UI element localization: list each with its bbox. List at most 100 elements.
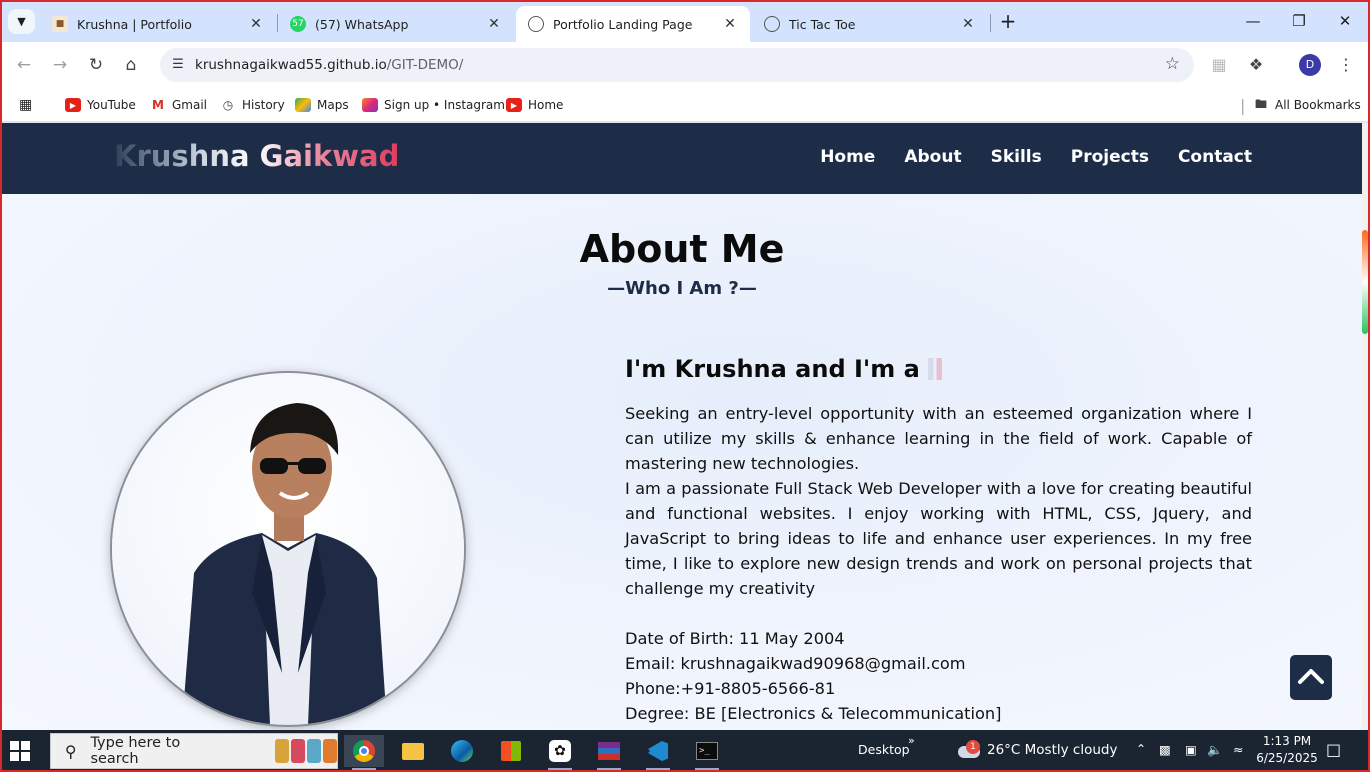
- restore-button[interactable]: ❐: [1276, 8, 1322, 34]
- store-icon: [501, 741, 521, 761]
- tab-whatsapp[interactable]: 57 (57) WhatsApp ✕: [278, 6, 514, 42]
- network-device-icon[interactable]: ▩: [1159, 742, 1171, 757]
- detail-phone: Phone:+91-8805-6566-81: [625, 679, 836, 698]
- whatsapp-favicon-icon: 57: [290, 16, 306, 32]
- gmail-icon: M: [150, 98, 166, 112]
- site-info-icon[interactable]: ☰: [167, 54, 189, 76]
- nav-home-link[interactable]: Home: [820, 147, 875, 167]
- taskbar-vscode[interactable]: [638, 735, 678, 770]
- about-heading: About Me: [579, 227, 785, 271]
- weather-cloud-icon[interactable]: 1: [956, 740, 982, 760]
- reload-button[interactable]: ↻: [83, 52, 109, 78]
- close-icon[interactable]: ✕: [486, 16, 502, 32]
- tab-krushna-portfolio[interactable]: ■ Krushna | Portfolio ✕: [40, 6, 276, 42]
- close-icon[interactable]: ✕: [722, 16, 738, 32]
- home-button[interactable]: ⌂: [118, 52, 144, 78]
- show-hidden-icons-icon[interactable]: ⌃: [1136, 742, 1146, 756]
- forward-button[interactable]: →: [47, 52, 73, 78]
- taskbar-terminal[interactable]: >_: [687, 735, 727, 770]
- bookmark-label: Gmail: [172, 98, 208, 112]
- vscode-icon: [648, 741, 668, 761]
- archive-icon: [598, 742, 620, 760]
- chatgpt-icon: ✿: [549, 740, 571, 762]
- extension-icon[interactable]: ▦: [1208, 54, 1230, 76]
- taskbar-store[interactable]: [491, 735, 531, 767]
- bookmark-star-icon[interactable]: ☆: [1165, 54, 1180, 74]
- bookmark-instagram[interactable]: Sign up • Instagram: [362, 95, 505, 115]
- portfolio-favicon-icon: ■: [52, 16, 68, 32]
- page-scrollbar[interactable]: [1362, 123, 1368, 730]
- address-bar[interactable]: ☰ krushnagaikwad55.github.io/GIT-DEMO/ ☆: [160, 48, 1194, 82]
- close-icon[interactable]: ✕: [248, 16, 264, 32]
- brand-logo[interactable]: Krushna Gaikwad: [114, 139, 399, 173]
- menu-kebab-icon[interactable]: ⋮: [1335, 54, 1357, 76]
- site-navbar: Krushna Gaikwad Home About Skills Projec…: [2, 123, 1362, 194]
- site-nav-links: Home About Skills Projects Contact: [791, 147, 1252, 167]
- scrollbar-thumb[interactable]: [1362, 230, 1368, 334]
- youtube-icon: ▶: [506, 98, 522, 112]
- chrome-icon: [353, 740, 375, 762]
- nav-about-link[interactable]: About: [904, 147, 961, 167]
- about-subheading: —Who I Am ?—: [607, 278, 757, 299]
- notifications-icon[interactable]: □: [1326, 740, 1341, 759]
- all-bookmarks-button[interactable]: 🖿 All Bookmarks: [1253, 95, 1361, 115]
- clock-date: 6/25/2025: [1256, 751, 1318, 765]
- taskbar-chrome[interactable]: [344, 735, 384, 770]
- bookmark-home[interactable]: ▶ Home: [506, 95, 563, 115]
- taskbar-search-box[interactable]: ⚲ Type here to search: [50, 733, 338, 769]
- nav-skills-link[interactable]: Skills: [991, 147, 1042, 167]
- maps-icon: [295, 98, 311, 112]
- youtube-icon: ▶: [65, 98, 81, 112]
- taskbar-winrar[interactable]: [589, 735, 629, 770]
- nav-projects-link[interactable]: Projects: [1071, 147, 1149, 167]
- windows-start-icon[interactable]: [10, 741, 30, 761]
- bookmark-label: All Bookmarks: [1275, 98, 1361, 112]
- web-page: Krushna Gaikwad Home About Skills Projec…: [2, 123, 1362, 730]
- tab-portfolio-landing-page[interactable]: Portfolio Landing Page ✕: [516, 6, 750, 42]
- terminal-icon: >_: [696, 742, 718, 760]
- weather-text[interactable]: 26°C Mostly cloudy: [987, 742, 1117, 758]
- back-button[interactable]: ←: [11, 52, 37, 78]
- system-clock[interactable]: 1:13 PM 6/25/2025: [1252, 733, 1322, 767]
- tab-label: Krushna | Portfolio: [77, 16, 192, 32]
- close-icon[interactable]: ✕: [960, 16, 976, 32]
- detail-dob: Date of Birth: 11 May 2004: [625, 629, 845, 648]
- apps-grid-icon[interactable]: ▦: [19, 95, 32, 115]
- chevron-up-icon: [1298, 669, 1324, 684]
- detail-email: Email: krushnagaikwad90968@gmail.com: [625, 654, 966, 673]
- desktop-toolbar-label[interactable]: Desktop: [858, 742, 910, 757]
- intro-heading: I'm Krushna and I'm a: [625, 355, 942, 383]
- bookmark-youtube[interactable]: ▶ YouTube: [65, 95, 136, 115]
- nav-contact-link[interactable]: Contact: [1178, 147, 1252, 167]
- bookmark-history[interactable]: ◷ History: [220, 95, 285, 115]
- new-tab-button[interactable]: +: [996, 10, 1020, 34]
- folder-icon: 🖿: [1253, 96, 1269, 112]
- bookmark-label: Maps: [317, 98, 349, 112]
- wifi-icon[interactable]: ≈: [1233, 742, 1243, 757]
- meet-camera-icon[interactable]: ▣: [1185, 742, 1197, 757]
- url-text[interactable]: krushnagaikwad55.github.io/GIT-DEMO/: [195, 57, 463, 73]
- about-paragraph-objective: Seeking an entry-level opportunity with …: [625, 404, 1252, 473]
- typing-cursor-icon: [927, 358, 942, 380]
- minimize-button[interactable]: —: [1230, 8, 1276, 34]
- intro-text: I'm Krushna and I'm a: [625, 355, 920, 383]
- bookmark-maps[interactable]: Maps: [295, 95, 349, 115]
- tab-search-button[interactable]: ▼: [8, 9, 35, 34]
- taskbar-chatgpt[interactable]: ✿: [540, 735, 580, 770]
- scroll-to-top-button[interactable]: [1290, 655, 1332, 700]
- speaker-muted-icon[interactable]: 🔈: [1207, 742, 1223, 758]
- avatar[interactable]: D: [1299, 54, 1321, 76]
- bookmark-gmail[interactable]: M Gmail: [150, 95, 207, 115]
- taskbar-file-explorer[interactable]: [393, 735, 433, 767]
- taskbar-edge[interactable]: [442, 735, 482, 767]
- puzzle-extensions-icon[interactable]: ❖: [1245, 54, 1267, 76]
- window-close-button[interactable]: ✕: [1322, 8, 1368, 34]
- chevron-double-right-icon[interactable]: »: [908, 734, 915, 747]
- tab-tic-tac-toe[interactable]: Tic Tac Toe ✕: [752, 6, 988, 42]
- url-host: krushnagaikwad55.github.io: [195, 57, 387, 73]
- profile-photo: [112, 373, 464, 725]
- about-paragraph-bio: I am a passionate Full Stack Web Develop…: [625, 479, 1252, 598]
- history-icon: ◷: [220, 98, 236, 112]
- browser-toolbar: ← → ↻ ⌂ ☰ krushnagaikwad55.github.io/GIT…: [0, 42, 1370, 88]
- instagram-icon: [362, 98, 378, 112]
